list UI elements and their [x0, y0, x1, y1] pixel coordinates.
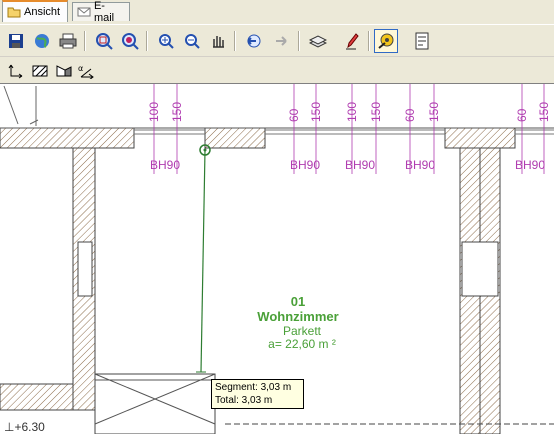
angle-icon: α [78, 64, 94, 79]
toolbar-separator [298, 31, 300, 51]
save-button[interactable] [4, 29, 28, 53]
window-height-label: BH90 [345, 158, 375, 172]
window-height-label: BH90 [405, 158, 435, 172]
pan-hand-icon [213, 36, 224, 48]
zoom-out-icon [185, 34, 200, 49]
hatch-button[interactable] [28, 59, 52, 83]
angle-button[interactable]: α [74, 59, 98, 83]
tab-email[interactable]: E-mail [72, 0, 130, 24]
properties-icon [415, 32, 429, 50]
room-number: 01 [291, 294, 305, 309]
save-icon [9, 34, 23, 48]
drawing-canvas[interactable]: 100 150 60 150 100 150 60 150 60 150 BH90 BH90 BH90 B… [0, 83, 554, 434]
hatch-icon [32, 65, 48, 77]
web-button[interactable] [30, 29, 54, 53]
zoom-window-icon [96, 33, 113, 50]
wall-segment [0, 127, 135, 149]
window-height-label: BH90 [290, 158, 320, 172]
elevation-label: ⊥+6.30 [4, 420, 45, 434]
zoom-window-button[interactable] [92, 29, 116, 53]
chimney [77, 241, 93, 297]
print-button[interactable] [56, 29, 80, 53]
hatch-area-icon [56, 65, 72, 77]
layers-icon [309, 35, 327, 48]
wall-segment [0, 383, 74, 411]
zoom-extents-button[interactable] [118, 29, 142, 53]
globe-icon [35, 34, 49, 48]
chimney [461, 241, 499, 297]
main-toolbar [0, 24, 554, 57]
zoom-out-button[interactable] [180, 29, 204, 53]
next-view-button[interactable] [270, 29, 294, 53]
stair-lines [94, 373, 216, 425]
pan-button[interactable] [206, 29, 230, 53]
measure-tooltip: Segment: 3,03 m Total: 3,03 m [211, 379, 304, 409]
envelope-icon [77, 7, 91, 17]
tab-label: E-mail [93, 0, 115, 24]
toolbar-separator [234, 31, 236, 51]
properties-button[interactable] [410, 29, 434, 53]
tooltip-total: Total: 3,03 m [215, 395, 273, 406]
zoom-in-button[interactable] [154, 29, 178, 53]
toolbar-separator [84, 31, 86, 51]
dimension-point-icon [8, 64, 23, 79]
measure-start-dot [203, 148, 207, 152]
elevation-value: +6.30 [14, 420, 45, 434]
tab-ansicht[interactable]: Ansicht [2, 0, 68, 22]
wall-segment [204, 127, 266, 149]
measure-tape-icon [378, 33, 394, 49]
layers-button[interactable] [306, 29, 330, 53]
wall-segment [444, 127, 516, 149]
pencil-icon [346, 33, 359, 50]
printer-icon [59, 33, 77, 49]
tab-label: Ansicht [24, 6, 61, 18]
zoom-extents-icon [122, 33, 139, 50]
toolbar-separator [368, 31, 370, 51]
measure-line [200, 149, 206, 373]
window-height-label: BH90 [515, 158, 545, 172]
hatch-area-button[interactable] [52, 59, 76, 83]
room-floor: Parkett [283, 324, 322, 338]
dimension-point-button[interactable] [4, 59, 28, 83]
redo-view-icon [276, 36, 287, 46]
window-height-label: BH90 [150, 158, 180, 172]
undo-view-icon [247, 34, 261, 48]
stair-box [94, 373, 216, 434]
toolbar-separator [146, 31, 148, 51]
room-area: a= 22,60 m ² [268, 337, 336, 351]
drawing-toolbar: α [0, 56, 554, 83]
svg-text:α: α [78, 64, 83, 73]
roof-line [3, 85, 39, 126]
previous-view-button[interactable] [242, 29, 266, 53]
draw-button[interactable] [340, 29, 364, 53]
folder-icon [7, 7, 21, 18]
tooltip-segment: Segment: 3,03 m [215, 382, 292, 393]
tab-bar: Ansicht E-mail [0, 0, 554, 24]
measure-button[interactable] [374, 29, 398, 53]
room-name: Wohnzimmer [257, 309, 338, 324]
zoom-in-icon [159, 34, 174, 49]
